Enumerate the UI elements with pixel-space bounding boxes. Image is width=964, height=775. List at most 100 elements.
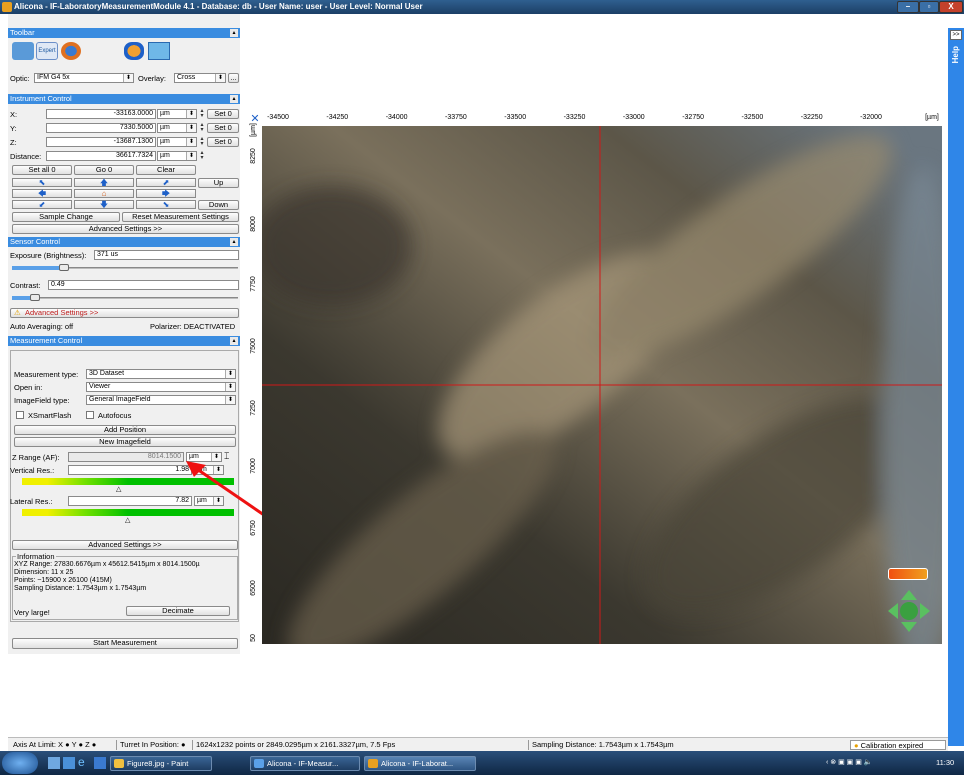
start-measurement-button[interactable]: Start Measurement [12,638,238,649]
close-button[interactable]: X [939,1,963,13]
move-down-right-arrow-icon[interactable]: ⬊ [136,200,196,209]
x-spin-icon[interactable]: ▴ ▾ [198,108,206,119]
move-up-left-arrow-icon[interactable]: ⬉ [12,178,72,187]
new-imagefield-button[interactable]: New Imagefield [14,437,236,447]
taskbar-item-alicona-laborat[interactable]: Alicona - IF-Laborat... [364,756,476,771]
chevron-down-icon: ⬍ [225,383,235,391]
sensor-advanced-settings-button[interactable]: ⚠ Advanced Settings >> [10,308,239,318]
settings-gear-icon[interactable] [61,42,81,60]
collapse-icon[interactable]: ▴ [230,95,238,103]
x-set0-button[interactable]: Set 0 [207,109,239,119]
left-control-panel: Toolbar ▴ Expert Optic: IFM G4 5x ⬍ Overl… [8,14,240,654]
sample-change-button[interactable]: Sample Change [12,212,120,222]
z-spin-icon[interactable]: ▴ ▾ [198,136,206,147]
measurement-type-label: Measurement type: [14,370,79,379]
open-in-select[interactable]: Viewer ⬍ [86,382,236,392]
internet-explorer-icon[interactable]: e [78,756,91,769]
y-unit-select[interactable]: µm ⬍ [157,123,197,133]
contrast-slider-track[interactable] [12,297,238,299]
move-up-right-arrow-icon[interactable]: ⬈ [136,178,196,187]
collapse-icon[interactable]: ▴ [230,337,238,345]
lateral-res-marker-icon[interactable]: △ [125,516,130,524]
optic-select[interactable]: IFM G4 5x ⬍ [34,73,134,83]
quick-launch-icon[interactable] [94,757,106,769]
y-spin-icon[interactable]: ▴ ▾ [198,122,206,133]
ruler-y-tick: 6750 [250,520,257,536]
show-desktop-icon[interactable] [48,757,60,769]
distance-unit-select[interactable]: µm ⬍ [157,151,197,161]
exposure-slider-thumb[interactable] [58,264,69,271]
go0-button[interactable]: Go 0 [74,165,134,175]
chevron-down-icon: ⬍ [123,74,133,82]
clear-button[interactable]: Clear [136,165,196,175]
lateral-res-field[interactable]: 7.82 [68,496,192,506]
expert-button[interactable]: Expert [36,42,58,60]
set-all0-button[interactable]: Set all 0 [12,165,72,175]
layout-icon[interactable] [12,42,34,60]
vertical-res-marker-icon[interactable]: △ [116,485,121,493]
distance-spin-icon[interactable]: ▴ ▾ [198,150,206,161]
help-expand-button[interactable]: >> [950,30,962,40]
autofocus-checkbox[interactable] [86,411,94,419]
home-icon[interactable]: ⌂ [74,189,134,198]
collapse-icon[interactable]: ▴ [230,29,238,37]
vertical-res-field[interactable]: 1.98 [68,465,192,475]
move-down-arrow-icon[interactable]: 🡇 [74,200,134,209]
distance-field[interactable]: 36617.7324 [46,151,156,161]
z-unit-select[interactable]: µm ⬍ [157,137,197,147]
exposure-field[interactable]: 371 us [94,250,239,260]
z-set0-button[interactable]: Set 0 [207,137,239,147]
y-position-field[interactable]: 7330.5000 [46,123,156,133]
move-left-arrow-icon[interactable]: 🡄 [12,189,72,198]
y-set0-button[interactable]: Set 0 [207,123,239,133]
z-range-label: Z Range (AF): [12,453,60,462]
reset-measurement-settings-button[interactable]: Reset Measurement Settings [122,212,239,222]
maximize-button[interactable]: ▫ [919,1,939,13]
overlay-more-button[interactable]: ... [228,73,239,83]
z-down-button[interactable]: Down [198,200,239,210]
axis-limit-status: Axis At Limit: X ● Y ● Z ● [13,740,97,749]
light-icon[interactable] [124,42,144,60]
taskbar-item-alicona-measur[interactable]: Alicona - IF-Measur... [250,756,360,771]
x-position-field[interactable]: -33163.0000 [46,109,156,119]
move-down-left-arrow-icon[interactable]: ⬋ [12,200,72,209]
imagefield-type-select[interactable]: General ImageField ⬍ [86,395,236,405]
warning-icon: ⚠ [14,308,21,317]
move-up-arrow-icon[interactable]: 🡅 [74,178,134,187]
contrast-field[interactable]: 0.49 [48,280,239,290]
chevron-down-icon: ⬍ [186,138,196,146]
navigation-arrows-icon[interactable] [888,590,930,632]
overlay-select[interactable]: Cross ⬍ [174,73,226,83]
alicona-icon [254,759,264,768]
x-unit-select[interactable]: µm ⬍ [157,109,197,119]
image-view-icon[interactable] [148,42,170,60]
minimize-button[interactable]: – [897,1,919,13]
autofocus-label: Autofocus [98,411,132,420]
calibration-status[interactable]: ● Calibration expired [850,740,946,750]
z-up-button[interactable]: Up [198,178,239,188]
help-panel-tab[interactable]: >> Help [948,28,964,746]
instrument-control-header: Instrument Control ▴ [8,94,240,104]
chevron-down-icon: ⬍ [186,124,196,132]
switch-windows-icon[interactable] [63,757,75,769]
decimate-button[interactable]: Decimate [126,606,230,616]
start-button[interactable] [2,752,38,774]
ruler-y-tick: 7000 [250,458,257,474]
instrument-advanced-settings-button[interactable]: Advanced Settings >> [12,224,239,234]
xsmartflash-checkbox[interactable] [16,411,24,419]
exposure-slider-fill [12,266,64,270]
add-position-button[interactable]: Add Position [14,425,236,435]
z-range-field[interactable]: 8014.1500 [68,452,184,462]
collapse-icon[interactable]: ▴ [230,238,238,246]
measurement-advanced-settings-button[interactable]: Advanced Settings >> [12,540,238,550]
battery-indicator-icon[interactable] [888,568,928,580]
measurement-type-select[interactable]: 3D Dataset ⬍ [86,369,236,379]
live-camera-image[interactable] [262,126,942,644]
move-right-arrow-icon[interactable]: 🡆 [136,189,196,198]
taskbar-item-alicona-measur-label: Alicona - IF-Measur... [267,759,339,768]
contrast-slider-thumb[interactable] [29,294,40,301]
sampling-distance-status: Sampling Distance: 1.7543µm x 1.7543µm [528,740,674,750]
taskbar-item-paint[interactable]: Figure8.jpg - Paint [110,756,212,771]
system-tray[interactable]: ‹ ⊗ ▣ ▣ ▣ 🔈 [826,758,926,768]
z-position-field[interactable]: -13687.1300 [46,137,156,147]
